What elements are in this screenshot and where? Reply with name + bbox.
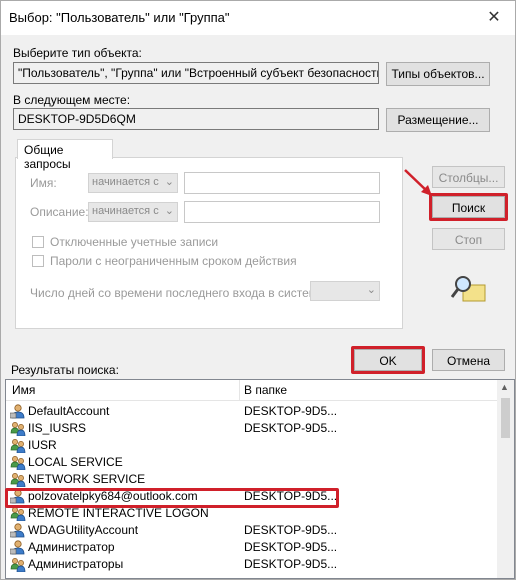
row-name: Администратор [28,540,115,554]
row-folder: DESKTOP-9D5... [244,421,338,435]
search-magnifier-icon [451,276,486,302]
name-label: Имя: [30,176,57,190]
scroll-up-icon[interactable]: ▲ [500,382,509,392]
object-type-label: Выберите тип объекта: [13,46,142,60]
table-row[interactable]: WDAGUtilityAccount DESKTOP-9D5... [6,522,498,539]
group-icon [10,454,26,471]
location-field: DESKTOP-9D5D6QM [13,108,379,130]
location-label: В следующем месте: [13,93,131,107]
table-row[interactable]: IIS_IUSRS DESKTOP-9D5... [6,420,498,437]
table-row[interactable]: NETWORK SERVICE [6,471,498,488]
close-icon[interactable]: ✕ [481,5,507,31]
vertical-scrollbar[interactable]: ▲ [497,380,514,578]
row-folder: DESKTOP-9D5... [244,523,338,537]
table-row[interactable]: DefaultAccount DESKTOP-9D5... [6,403,498,420]
group-icon [10,471,26,488]
row-name: Администраторы [28,557,124,571]
column-header-folder[interactable]: В папке [244,383,287,397]
select-users-dialog: Выбор: "Пользователь" или "Группа" ✕ Выб… [0,0,516,580]
common-queries-panel: Имя: начинается с ⌄ Описание: начинается… [15,157,403,329]
row-name: LOCAL SERVICE [28,455,123,469]
chevron-down-icon: ⌄ [164,176,174,188]
row-name: NETWORK SERVICE [28,472,146,486]
group-icon [10,556,26,573]
row-name: WDAGUtilityAccount [28,523,139,537]
results-header: Имя В папке [6,380,498,401]
title-bar: Выбор: "Пользователь" или "Группа" ✕ [1,1,515,35]
row-name: IIS_IUSRS [28,421,87,435]
disabled-accounts-checkbox[interactable] [32,236,44,248]
description-condition-select[interactable]: начинается с ⌄ [88,202,178,222]
name-input[interactable] [184,172,380,194]
no-expire-passwords-checkbox[interactable] [32,255,44,267]
row-folder: DESKTOP-9D5... [244,540,338,554]
table-row[interactable]: LOCAL SERVICE [6,454,498,471]
group-icon [10,437,26,454]
row-folder: DESKTOP-9D5... [244,557,338,571]
table-row[interactable]: IUSR [6,437,498,454]
row-name: DefaultAccount [28,404,110,418]
object-type-field: "Пользователь", "Группа" или "Встроенный… [13,62,379,84]
locations-button[interactable]: Размещение... [386,108,490,132]
description-input[interactable] [184,201,380,223]
row-folder: DESKTOP-9D5... [244,404,338,418]
user-icon [9,522,26,538]
name-condition-select[interactable]: начинается с ⌄ [88,173,178,193]
columns-button[interactable]: Столбцы... [432,166,505,188]
table-row[interactable]: Администратор DESKTOP-9D5... [6,539,498,556]
object-types-button[interactable]: Типы объектов... [386,62,490,86]
search-highlight-box [429,193,508,221]
days-since-logon-select[interactable]: ⌄ [310,281,380,301]
tab-common-queries[interactable]: Общие запросы [17,139,113,171]
search-results-label: Результаты поиска: [11,363,119,377]
table-row[interactable]: Администраторы DESKTOP-9D5... [6,556,498,573]
user-icon [9,403,26,419]
ok-highlight-box [351,346,425,374]
name-condition-value: начинается с [92,176,159,188]
stop-button[interactable]: Стоп [432,228,505,250]
chevron-down-icon: ⌄ [164,205,174,217]
scroll-thumb[interactable] [501,398,510,438]
row-name: IUSR [28,438,57,452]
group-icon [10,420,26,437]
cancel-button[interactable]: Отмена [432,349,505,371]
column-divider[interactable] [239,380,240,400]
column-header-name[interactable]: Имя [12,383,35,397]
description-label: Описание: [30,205,89,219]
user-row-highlight-box [5,488,339,508]
description-condition-value: начинается с [92,205,159,217]
disabled-accounts-label: Отключенные учетные записи [50,235,219,249]
window-title: Выбор: "Пользователь" или "Группа" [9,10,230,25]
search-results-list: Имя В папке DefaultAccount DESKTOP-9D5...… [5,379,515,579]
chevron-down-icon: ⌄ [366,284,376,296]
user-icon [9,539,26,555]
row-name: REMOTE INTERACTIVE LOGON [28,506,209,520]
days-since-logon-label: Число дней со времени последнего входа в… [30,286,327,300]
no-expire-passwords-label: Пароли с неограниченным сроком действия [50,254,297,268]
